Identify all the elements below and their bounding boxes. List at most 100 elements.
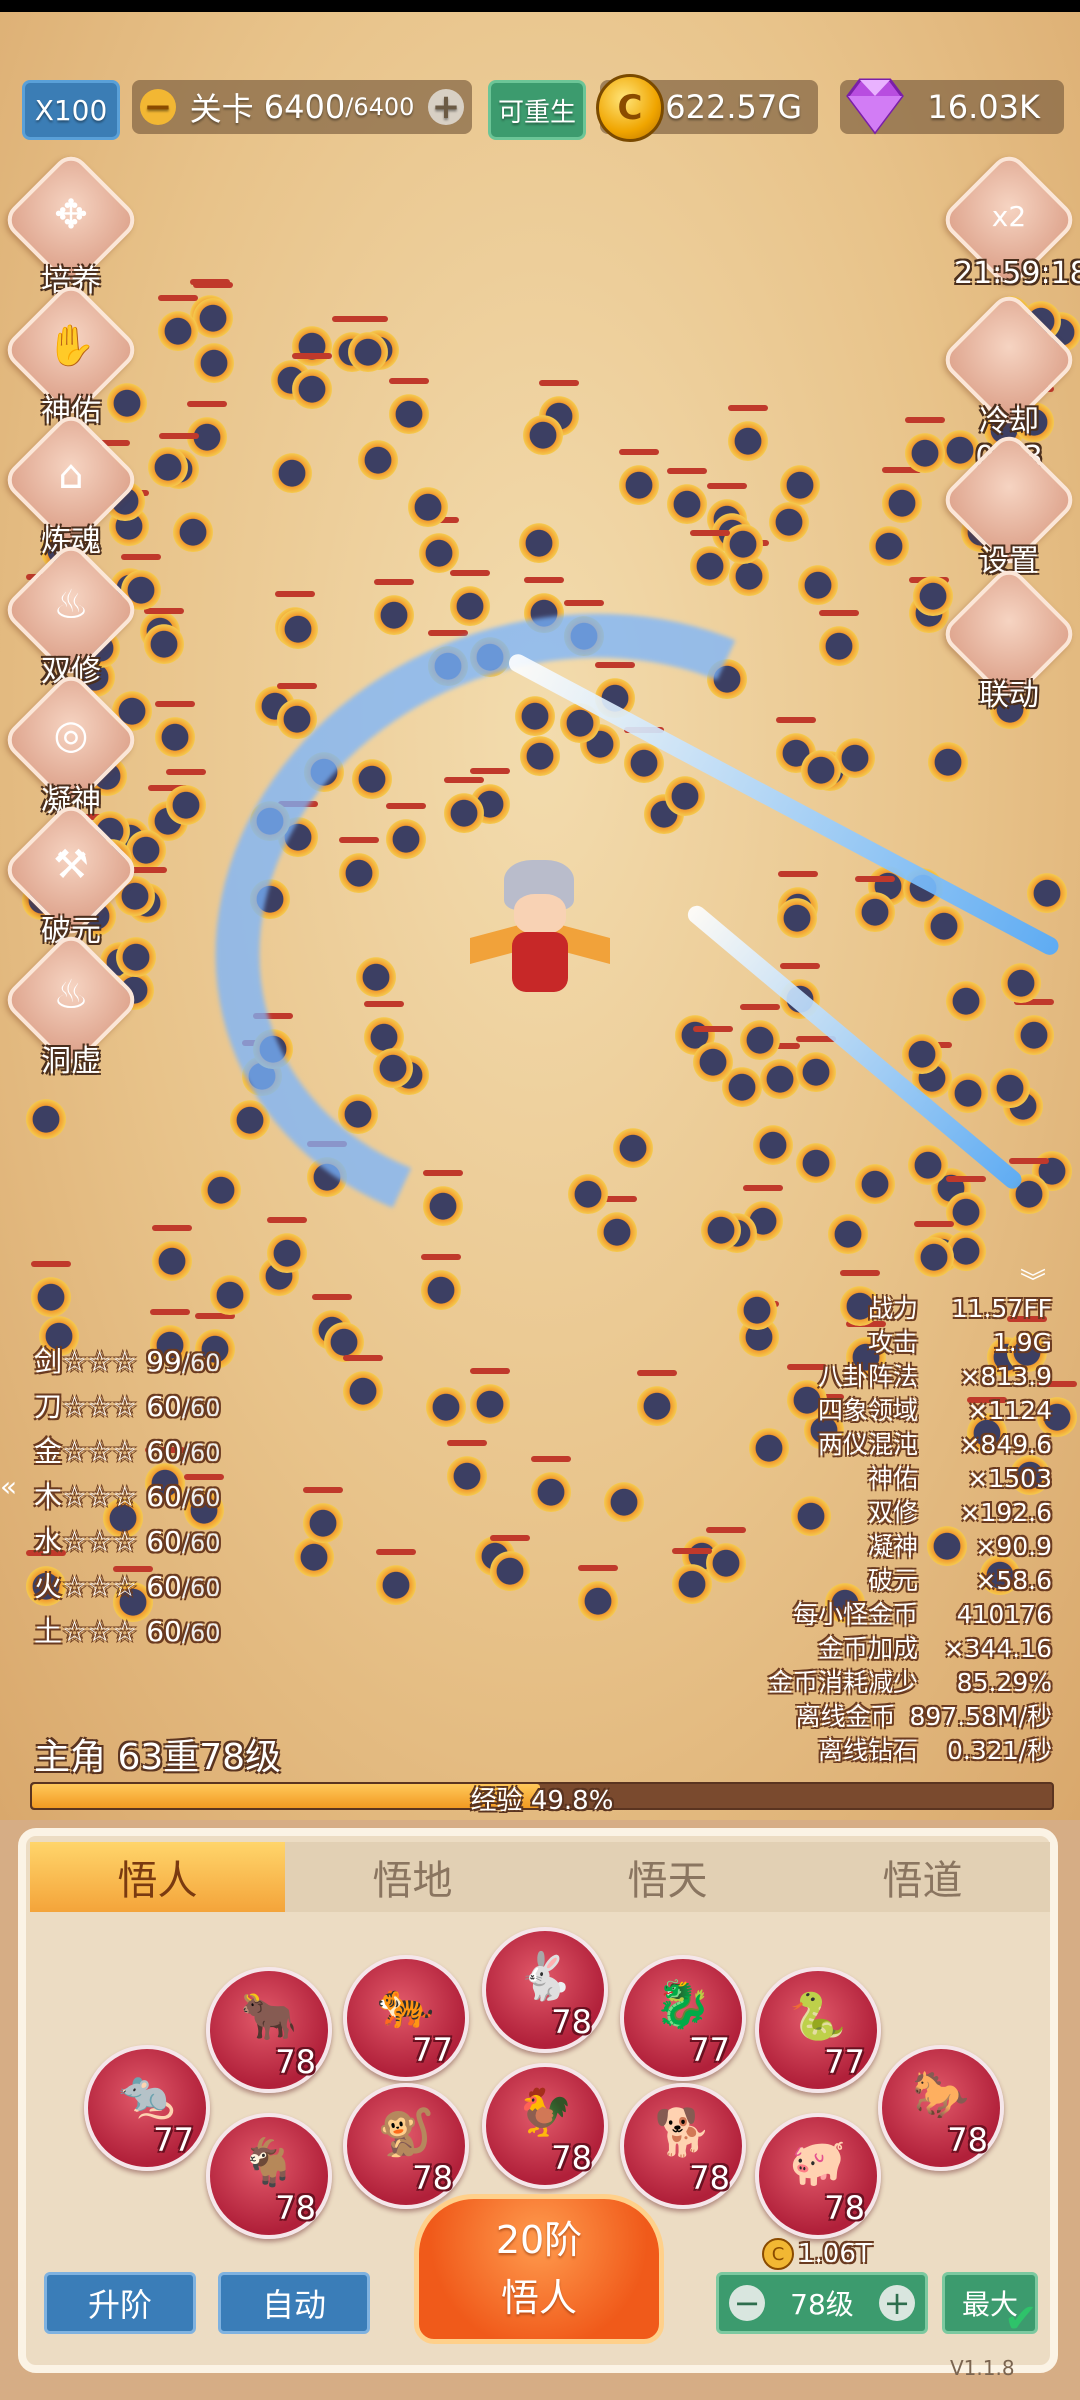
speed-multiplier-button[interactable]: X100 — [22, 80, 120, 140]
stage-rank: 20阶 — [495, 2218, 583, 2262]
tab-1[interactable]: 悟地 — [285, 1842, 540, 1912]
tab-3[interactable]: 悟道 — [795, 1842, 1050, 1912]
weapon-stat-row: 剑☆☆☆ 99/60 — [34, 1345, 221, 1378]
pig-icon: 🐖 — [789, 2135, 847, 2189]
diamond-value: 16.03K — [927, 88, 1040, 126]
enemy-monster — [23, 1095, 68, 1140]
upgrade-button[interactable]: 升阶 — [44, 2272, 196, 2334]
weapon-name: 火 — [34, 1570, 63, 1603]
weapon-max-level: 60 — [189, 1619, 221, 1647]
stage-prev-button[interactable]: − — [140, 87, 176, 127]
side-button-5[interactable]: ⚒ 破元 — [0, 799, 142, 950]
stage-name: 悟人 — [500, 2276, 577, 2320]
rat-icon: 🐀 — [118, 2067, 176, 2121]
zodiac-level: 77 — [412, 2031, 453, 2069]
stat-value: ×813.9 — [959, 1362, 1052, 1391]
version-label: V1.1.8 — [950, 2356, 1015, 2380]
enemy-health-bar — [523, 576, 564, 583]
zodiac-level: 77 — [153, 2121, 194, 2159]
tab-0[interactable]: 悟人 — [30, 1842, 285, 1912]
top-bar: X100 − 关卡 6400 / 6400 + 可重生 C 622.57G 16… — [0, 74, 1080, 142]
weapon-stat-row: 木☆☆☆ 60/60 — [34, 1480, 221, 1513]
enemy-monster — [146, 442, 191, 487]
power-stat-row: 离线钻石 0.321/秒 — [768, 1734, 1052, 1768]
zodiac-slot-ox[interactable]: 🐂 78 — [206, 1967, 332, 2093]
rebirth-button[interactable]: 可重生 — [488, 80, 586, 140]
zodiac-slot-rooster[interactable]: 🐓 78 — [482, 2063, 608, 2189]
enemy-health-bar — [154, 700, 195, 707]
enemy-monster — [28, 1273, 73, 1318]
side-button-0[interactable]: ✥ 培养 — [0, 149, 142, 300]
enemy-monster — [1012, 1011, 1057, 1056]
power-stat-row: 四象领域 ×1124 — [768, 1394, 1052, 1428]
tab-2[interactable]: 悟天 — [540, 1842, 795, 1912]
enemy-monster — [911, 1232, 956, 1277]
level-decrease-button[interactable]: − — [729, 2284, 765, 2322]
weapon-stat-row: 火☆☆☆ 60/60 — [34, 1570, 221, 1603]
stage-next-button[interactable]: + — [428, 87, 464, 127]
stat-label: 破元 — [867, 1566, 918, 1595]
side-button-4[interactable]: ◎ 凝神 — [0, 669, 142, 820]
enemy-health-bar — [913, 1220, 954, 1227]
enemy-health-bar — [489, 1535, 530, 1542]
weapon-name: 土 — [34, 1615, 63, 1648]
stage-label: 关卡 — [189, 90, 254, 128]
zodiac-slot-pig[interactable]: 🐖 78 — [755, 2113, 881, 2239]
zodiac-slot-snake[interactable]: 🐍 77 — [755, 1967, 881, 2093]
side-button-1[interactable]: ✋ 神佑 — [0, 279, 142, 430]
side-button-right-3[interactable]: 联动 — [938, 563, 1080, 714]
enemy-health-bar — [303, 1487, 344, 1494]
enemy-health-bar — [946, 1176, 987, 1183]
gold-value: 622.57G — [665, 88, 802, 126]
enemy-health-bar — [186, 401, 227, 408]
weapon-max-level: 60 — [189, 1439, 221, 1467]
zodiac-slot-tiger[interactable]: 🐅 77 — [343, 1955, 469, 2081]
zodiac-slot-rabbit[interactable]: 🐇 78 — [482, 1927, 608, 2053]
zodiac-level: 78 — [275, 2189, 316, 2227]
weapon-max-level: 60 — [189, 1574, 221, 1602]
power-stat-row: 两仪混沌 ×849.6 — [768, 1428, 1052, 1462]
zodiac-level: 78 — [824, 2189, 865, 2227]
enemy-health-bar — [538, 380, 579, 387]
zodiac-slot-dragon[interactable]: 🐉 77 — [620, 1955, 746, 2081]
zodiac-slot-horse[interactable]: 🐎 78 — [878, 2045, 1004, 2171]
level-increase-button[interactable]: + — [879, 2284, 915, 2322]
enemy-monster — [346, 327, 391, 372]
enemy-monster — [198, 1166, 243, 1211]
enlighten-stage-button[interactable]: 20阶 悟人 — [414, 2194, 664, 2344]
enemy-health-bar — [120, 553, 161, 560]
enemy-health-bar — [266, 1217, 307, 1224]
stat-label: 离线钻石 — [817, 1736, 918, 1765]
enemy-health-bar — [905, 417, 946, 424]
enemy-health-bar — [743, 1185, 784, 1192]
dual-cultivation-icon: ♨ — [53, 582, 89, 628]
side-button-right-0[interactable]: x2 21:59:18 — [938, 149, 1080, 291]
weapon-level: 99 — [146, 1345, 182, 1378]
side-button-right-2[interactable]: 设置 — [938, 429, 1080, 580]
enemy-health-bar — [375, 1548, 416, 1555]
zodiac-slot-dog[interactable]: 🐕 78 — [620, 2083, 746, 2209]
enemy-monster — [987, 1064, 1032, 1109]
weapon-level: 60 — [146, 1480, 182, 1513]
expand-left-icon[interactable]: « — [0, 1470, 17, 1503]
enemy-health-bar — [166, 769, 207, 776]
power-stat-row: 战力 11.57FF — [768, 1292, 1052, 1326]
enemy-monster — [275, 605, 320, 650]
zodiac-slot-rat[interactable]: 🐀 77 — [84, 2045, 210, 2171]
money-bag-icon: x2 — [991, 200, 1027, 233]
enemy-health-bar — [577, 1564, 618, 1571]
stat-label: 金币加成 — [817, 1634, 918, 1663]
weapon-stat-row: 金☆☆☆ 60/60 — [34, 1435, 221, 1468]
side-button-6[interactable]: ♨ 洞虚 — [0, 929, 142, 1080]
hammer-icon: ⚒ — [53, 842, 89, 888]
zodiac-slot-monkey[interactable]: 🐒 78 — [343, 2083, 469, 2209]
side-button-3[interactable]: ♨ 双修 — [0, 539, 142, 690]
level-value: 78级 — [790, 2288, 854, 2321]
enemy-monster — [906, 1140, 951, 1185]
zodiac-slot-goat[interactable]: 🐐 78 — [206, 2113, 332, 2239]
auto-button[interactable]: 自动 — [218, 2272, 370, 2334]
flame-icon: ♨ — [53, 972, 89, 1018]
side-button-2[interactable]: ⌂ 炼魂 — [0, 409, 142, 560]
stage-current: 6400 — [263, 88, 346, 126]
enemy-monster — [795, 561, 840, 606]
